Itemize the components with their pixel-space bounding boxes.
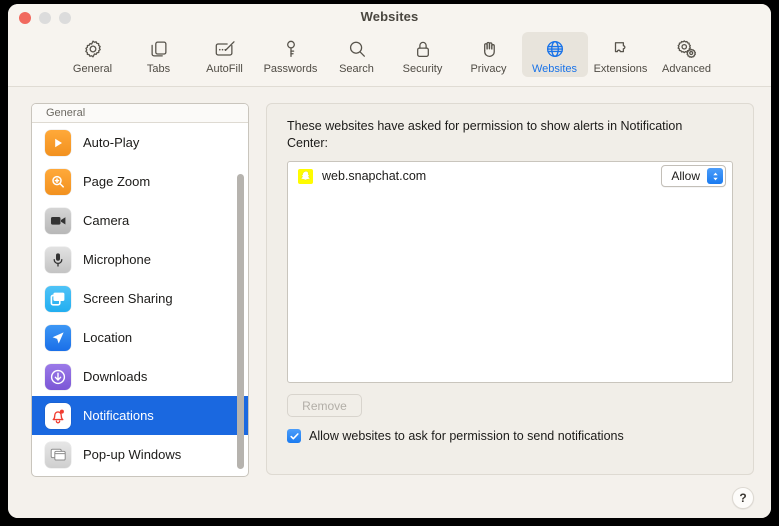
sidebar-item-camera[interactable]: Camera [32,201,248,240]
sidebar-item-label: Pop-up Windows [83,447,182,462]
globe-icon [544,35,566,63]
toolbar-item-label: Tabs [146,63,171,75]
sidebar-item-microphone[interactable]: Microphone [32,240,248,279]
camera-icon [45,207,71,234]
sidebar-scrollbar-thumb[interactable] [237,174,244,469]
location-icon [45,324,71,351]
permission-value: Allow [671,169,700,183]
key-icon [280,35,302,63]
hand-icon [478,35,500,63]
toolbar-item-privacy[interactable]: Privacy [456,32,522,77]
sidebar-item-screen-sharing[interactable]: Screen Sharing [32,279,248,318]
sidebar-item-label: Location [83,330,133,345]
play-icon [45,129,71,156]
snapchat-ghost-icon [298,168,313,184]
sidebar-item-pop-up-windows[interactable]: Pop-up Windows [32,435,248,474]
toolbar-item-label: Search [339,63,374,75]
microphone-icon [45,246,71,273]
toolbar-item-label: AutoFill [206,63,243,75]
toolbar-item-search[interactable]: Search [324,32,390,77]
preferences-toolbar: General Tabs AutoFill Passwords Search S… [8,30,771,87]
bell-icon [45,402,71,429]
toolbar-item-label: Passwords [263,63,318,75]
toolbar-item-advanced[interactable]: Advanced [654,32,720,77]
toolbar-item-tabs[interactable]: Tabs [126,32,192,77]
sidebar-item-label: Microphone [83,252,151,267]
gears-icon [675,35,699,63]
toolbar-item-label: Security [402,63,443,75]
popup-window-icon [45,441,71,468]
sidebar-item-location[interactable]: Location [32,318,248,357]
preferences-window: Websites General Tabs AutoFill Passwords… [8,4,771,518]
download-icon [45,363,71,390]
toolbar-item-label: Advanced [662,63,711,75]
website-permissions-list: web.snapchat.com Allow [287,161,733,383]
sidebar-item-label: Camera [83,213,130,228]
permission-dropdown[interactable]: Allow [661,165,726,187]
help-button[interactable]: ? [732,487,754,509]
toolbar-item-extensions[interactable]: Extensions [588,32,654,77]
title-bar: Websites [8,4,771,30]
allow-permission-label: Allow websites to ask for permission to … [309,429,624,443]
toolbar-item-label: Extensions [593,63,648,75]
sidebar-item-label: Downloads [83,369,148,384]
toolbar-item-label: Websites [531,63,578,75]
sidebar-list: Auto-Play Page Zoom Camera Microphone Sc… [32,123,248,474]
website-name: web.snapchat.com [322,169,427,183]
allow-permission-checkbox[interactable] [287,429,301,443]
sidebar-item-label: Notifications [83,408,154,423]
content-description: These websites have asked for permission… [287,119,683,150]
sidebar-section-header: General [32,104,248,123]
toolbar-item-label: General [72,63,113,75]
tabs-icon [148,35,170,63]
search-icon [346,35,368,63]
zoom-in-icon [45,168,71,195]
autofill-icon [213,35,237,63]
toolbar-item-websites[interactable]: Websites [521,32,588,77]
category-sidebar: General Auto-Play Page Zoom Camera Micro… [31,103,249,477]
toolbar-item-passwords[interactable]: Passwords [258,32,324,77]
table-row[interactable]: web.snapchat.com Allow [288,162,732,190]
gear-icon [82,35,104,63]
toolbar-item-autofill[interactable]: AutoFill [192,32,258,77]
sidebar-item-label: Auto-Play [83,135,140,150]
allow-permission-row: Allow websites to ask for permission to … [287,429,624,443]
sidebar-item-page-zoom[interactable]: Page Zoom [32,162,248,201]
sidebar-item-downloads[interactable]: Downloads [32,357,248,396]
toolbar-item-label: Privacy [470,63,507,75]
sidebar-scrollbar[interactable] [235,124,246,474]
sidebar-item-label: Page Zoom [83,174,151,189]
window-title: Websites [360,9,419,24]
screen-share-icon [45,285,71,312]
remove-button[interactable]: Remove [287,394,362,417]
sidebar-item-notifications[interactable]: Notifications [32,396,248,435]
preferences-body: General Auto-Play Page Zoom Camera Micro… [8,87,771,518]
content-pane: These websites have asked for permission… [266,103,754,475]
toolbar-item-general[interactable]: General [60,32,126,77]
sidebar-item-label: Screen Sharing [83,291,173,306]
chevron-up-down-icon [707,168,723,184]
toolbar-item-security[interactable]: Security [390,32,456,77]
sidebar-item-auto-play[interactable]: Auto-Play [32,123,248,162]
puzzle-icon [610,35,632,63]
lock-icon [412,35,434,63]
